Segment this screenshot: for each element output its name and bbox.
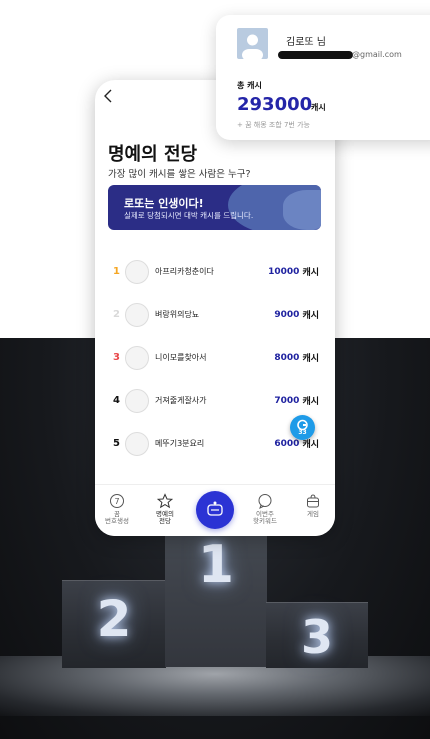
ranking-list: 1 아프리카청춘이다 10000 캐시 2 벼랑위의당뇨 9000 캐시 3 니… [113, 250, 319, 465]
promo-banner[interactable]: 로또는 인생이다! 실제로 당첨되시면 대박 캐시를 드립니다. [108, 185, 321, 230]
ranking-cash: 9000 [274, 309, 300, 320]
cash-fab-button[interactable]: 33 [290, 415, 315, 440]
ranking-cash-unit: 캐시 [302, 354, 319, 364]
penguin-avatar-icon [125, 388, 149, 413]
account-name: 김로또 님 [286, 37, 326, 48]
podium-first-place: 1 [165, 527, 267, 667]
star-icon [157, 493, 173, 509]
tab-hall-of-fame[interactable]: 명예의 전당 [143, 493, 187, 526]
gift-box-icon [307, 494, 319, 508]
ranking-nickname: 아프리카청춘이다 [155, 267, 214, 276]
fab-count-badge: 33 [298, 429, 307, 436]
tab-lottery-machine[interactable] [196, 491, 234, 529]
penguin-avatar-icon [125, 302, 149, 327]
banner-title: 로또는 인생이다! [124, 197, 204, 210]
ranking-cash-unit: 캐시 [302, 397, 319, 407]
ranking-cash: 6000 [274, 438, 300, 449]
ranking-cash-unit: 캐시 [302, 311, 319, 321]
page-title: 명예의 전당 [108, 144, 198, 165]
bottom-tab-bar: 7 꿈 번호생성 명예의 전당 이번주 핫키워드 게임 [95, 484, 335, 536]
ranking-cash: 7000 [274, 395, 300, 406]
ranking-row[interactable]: 4 거져줄게잘사가 7000 캐시 [113, 379, 319, 422]
rank-number: 5 [113, 438, 120, 449]
tab-label: 게임 [307, 510, 319, 518]
email-redaction-bar [278, 51, 353, 59]
tab-game[interactable]: 게임 [291, 493, 335, 518]
penguin-avatar-icon [125, 345, 149, 370]
page-subtitle: 가장 많이 캐시를 쌓은 사람은 누구? [108, 169, 251, 180]
rank-number: 1 [113, 266, 120, 277]
tab-label: 명예의 전당 [156, 510, 174, 526]
ranking-nickname: 거져줄게잘사가 [155, 396, 207, 405]
dream-combination-note: + 꿈 해몽 조합 7번 가능 [237, 121, 310, 129]
email-domain: @gmail.com [352, 50, 402, 59]
tab-hot-keyword[interactable]: 이번주 핫키워드 [243, 493, 287, 526]
penguin-avatar-icon [125, 431, 149, 456]
total-cash-label: 총 캐시 [237, 81, 262, 90]
chat-bubble-icon [258, 494, 272, 509]
ranking-cash: 8000 [274, 352, 300, 363]
rank-number: 2 [113, 309, 120, 320]
podium-third-place: 3 [266, 602, 368, 668]
ranking-nickname: 메뚜기3분요리 [155, 439, 205, 448]
ranking-row[interactable]: 2 벼랑위의당뇨 9000 캐시 [113, 293, 319, 336]
account-summary-card: 김로또 님 @gmail.com 총 캐시 293000 캐시 + 꿈 해몽 조… [216, 15, 430, 140]
ranking-row[interactable]: 5 메뚜기3분요리 6000 캐시 [113, 422, 319, 465]
podium-number-three: 3 [300, 610, 333, 664]
user-avatar-icon [237, 28, 268, 59]
phone-screen: 명예의 전당 가장 많이 캐시를 쌓은 사람은 누구? 로또는 인생이다! 실제… [95, 80, 335, 536]
rank-number: 4 [113, 395, 120, 406]
banner-subtitle: 실제로 당첨되시면 대박 캐시를 드립니다. [124, 211, 254, 220]
rank-number: 3 [113, 352, 120, 363]
back-arrow-icon[interactable] [103, 88, 115, 104]
podium-number-two: 2 [96, 590, 132, 648]
banner-decoration [283, 190, 321, 230]
penguin-avatar-icon [125, 259, 149, 284]
ranking-cash: 10000 [268, 266, 300, 277]
ranking-nickname: 벼랑위의당뇨 [155, 310, 200, 319]
ranking-nickname: 니이모를찾아서 [155, 353, 207, 362]
ranking-row[interactable]: 1 아프리카청춘이다 10000 캐시 [113, 250, 319, 293]
ranking-cash-unit: 캐시 [302, 268, 319, 278]
podium-second-place: 2 [62, 580, 166, 668]
podium-number-one: 1 [197, 535, 235, 595]
total-cash-value: 293000 [237, 94, 313, 115]
number-seven-icon: 7 [110, 494, 124, 508]
ranking-row[interactable]: 3 니이모를찾아서 8000 캐시 [113, 336, 319, 379]
tab-label: 이번주 핫키워드 [253, 510, 277, 526]
lottery-machine-icon [207, 501, 223, 516]
tab-dream-number[interactable]: 7 꿈 번호생성 [95, 493, 139, 526]
svg-text:7: 7 [114, 497, 119, 506]
tab-label: 꿈 번호생성 [105, 510, 129, 526]
total-cash-unit: 캐시 [311, 103, 326, 112]
